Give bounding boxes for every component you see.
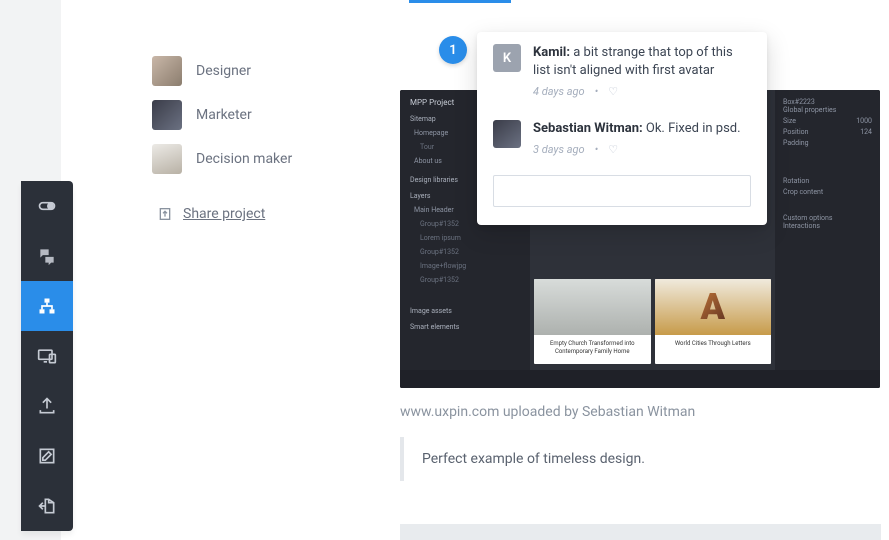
avatar-initial: K xyxy=(493,44,521,72)
preview-card-row: Empty Church Transformed into Contempora… xyxy=(534,279,771,364)
comment-input-wrapper xyxy=(477,165,767,225)
role-label: Designer xyxy=(196,63,251,79)
role-item[interactable]: Designer xyxy=(152,56,352,86)
preview-prop: Crop content xyxy=(783,188,872,196)
upload-caption: www.uxpin.com uploaded by Sebastian Witm… xyxy=(400,404,695,420)
nav-rail xyxy=(21,181,73,531)
nav-item-toggle[interactable] xyxy=(21,181,73,231)
chat-icon xyxy=(37,246,57,266)
preview-section: Interactions xyxy=(783,222,872,230)
comment-pin[interactable]: 1 xyxy=(439,36,467,64)
heart-icon[interactable]: ♡ xyxy=(608,142,618,157)
meta-dot: • xyxy=(595,142,599,157)
nav-item-upload[interactable] xyxy=(21,381,73,431)
preview-card-txt: Empty Church Transformed into Contempora… xyxy=(534,335,651,364)
preview-item: Image+flowjpg xyxy=(410,259,520,273)
preview-item: Group#1352 xyxy=(410,245,520,259)
meta-dot: • xyxy=(595,84,599,99)
comment-text: Ok. Fixed in psd. xyxy=(643,121,741,136)
quote-text: Perfect example of timeless design. xyxy=(422,451,645,467)
comment-popover: K Kamil: a bit strange that top of this … xyxy=(477,32,767,225)
nav-item-chat[interactable] xyxy=(21,231,73,281)
preview-prop: Size1000 xyxy=(783,117,872,125)
preview-card: Empty Church Transformed into Contempora… xyxy=(534,279,651,364)
preview-prop: Rotation xyxy=(783,177,872,185)
nav-item-import[interactable] xyxy=(21,481,73,531)
avatar xyxy=(152,100,182,130)
role-item[interactable]: Marketer xyxy=(152,100,352,130)
comment-body: Kamil: a bit strange that top of this li… xyxy=(533,44,751,100)
preview-section: Smart elements xyxy=(410,323,520,331)
role-label: Decision maker xyxy=(196,151,292,167)
toggle-icon xyxy=(37,196,57,216)
upload-icon xyxy=(37,396,57,416)
comment-pin-number: 1 xyxy=(449,43,456,58)
devices-icon xyxy=(37,346,57,366)
comment-body: Sebastian Witman: Ok. Fixed in psd. 3 da… xyxy=(533,120,751,158)
share-icon xyxy=(157,206,173,222)
preview-section: Image assets xyxy=(410,307,520,315)
next-card-peek xyxy=(400,524,881,540)
role-label: Marketer xyxy=(196,107,252,123)
preview-section: Global properties xyxy=(783,106,872,114)
active-tab-indicator xyxy=(409,0,511,3)
preview-item: Group#1352 xyxy=(410,273,520,287)
heart-icon[interactable]: ♡ xyxy=(608,84,618,99)
comment-author: Kamil: xyxy=(533,45,570,60)
hierarchy-icon xyxy=(37,296,57,316)
edit-icon xyxy=(37,446,57,466)
share-project-link[interactable]: Share project xyxy=(157,206,265,222)
preview-footer xyxy=(400,370,880,388)
avatar xyxy=(493,120,521,148)
comment-row: Sebastian Witman: Ok. Fixed in psd. 3 da… xyxy=(477,108,767,166)
comment-meta: 4 days ago • ♡ xyxy=(533,84,751,99)
preview-card: A World Cities Through Letters xyxy=(655,279,772,364)
preview-card-txt: World Cities Through Letters xyxy=(655,335,772,356)
preview-selection: Box#2223 xyxy=(783,98,872,106)
comment-row: K Kamil: a bit strange that top of this … xyxy=(477,32,767,108)
nav-item-edit[interactable] xyxy=(21,431,73,481)
comment-meta: 3 days ago • ♡ xyxy=(533,142,751,157)
nav-item-hierarchy[interactable] xyxy=(21,281,73,331)
import-icon xyxy=(37,496,57,516)
preview-right-panel: Box#2223 Global properties Size1000 Posi… xyxy=(775,90,880,388)
preview-item: Lorem ipsum xyxy=(410,231,520,245)
preview-prop: Padding xyxy=(783,139,872,147)
preview-card-img xyxy=(534,279,651,335)
comment-input[interactable] xyxy=(493,175,751,207)
share-label: Share project xyxy=(183,206,265,222)
preview-prop: Position124 xyxy=(783,128,872,136)
nav-item-devices[interactable] xyxy=(21,331,73,381)
role-item[interactable]: Decision maker xyxy=(152,144,352,174)
main-content: Designer Marketer Decision maker Share p… xyxy=(135,0,889,540)
avatar xyxy=(152,144,182,174)
quote-block: Perfect example of timeless design. xyxy=(400,437,881,481)
comment-author: Sebastian Witman: xyxy=(533,121,643,136)
preview-card-img: A xyxy=(655,279,772,335)
comment-time: 3 days ago xyxy=(533,142,585,157)
preview-section: Custom options xyxy=(783,214,872,222)
role-list: Designer Marketer Decision maker xyxy=(152,56,352,188)
comment-time: 4 days ago xyxy=(533,84,585,99)
avatar xyxy=(152,56,182,86)
